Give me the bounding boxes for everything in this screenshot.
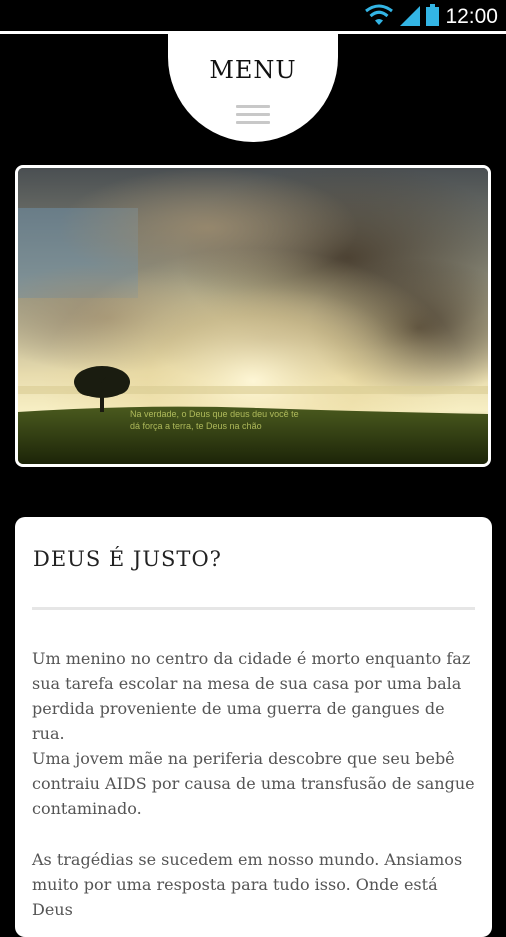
hero-caption-line2: dá força a terra, te Deus na chão: [130, 421, 262, 431]
status-icons: 12:00: [364, 4, 498, 30]
article-title: DEUS É JUSTO?: [33, 547, 222, 571]
hero-image: Na verdade, o Deus que deus deu você te …: [15, 165, 491, 467]
status-time: 12:00: [445, 5, 498, 28]
article-paragraph: Uma jovem mãe na periferia descobre que …: [32, 749, 475, 818]
menu-button[interactable]: MENU: [168, 34, 338, 142]
article-paragraph: As tragédias se sucedem em nosso mundo. …: [32, 850, 463, 919]
hamburger-icon: [236, 105, 270, 127]
hero-caption-line1: Na verdade, o Deus que deus deu você te: [130, 409, 299, 419]
signal-icon: [400, 4, 421, 30]
status-bar: 12:00: [0, 0, 506, 34]
wifi-icon: [364, 4, 394, 30]
article-card: DEUS É JUSTO? Um menino no centro da cid…: [15, 517, 492, 937]
article-paragraph: Um menino no centro da cidade é morto en…: [32, 649, 471, 743]
battery-icon: [426, 4, 440, 30]
menu-label: MENU: [209, 56, 297, 84]
divider: [32, 607, 475, 610]
landscape-image: Na verdade, o Deus que deus deu você te …: [18, 168, 488, 464]
